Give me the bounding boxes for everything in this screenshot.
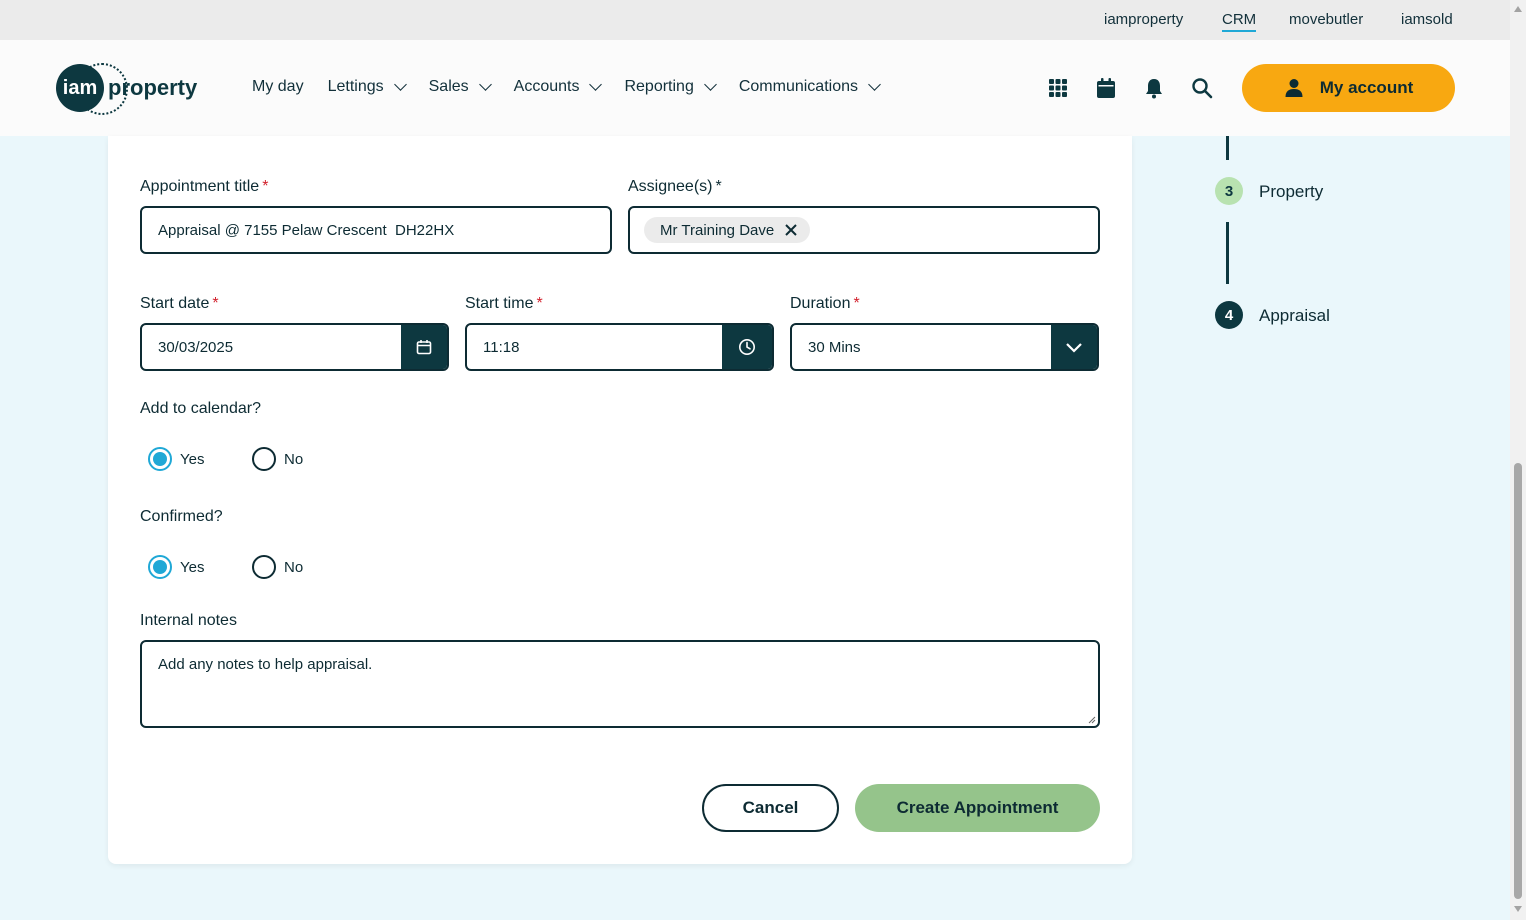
- chevron-down-icon: [589, 78, 603, 91]
- start-time-input[interactable]: 11:18: [465, 323, 774, 371]
- required-marker: *: [536, 295, 543, 312]
- confirmed-yes-radio[interactable]: [148, 555, 172, 579]
- main-header: iam property My day Lettings Sales Accou…: [0, 40, 1510, 136]
- apps-grid-icon[interactable]: [1047, 77, 1069, 99]
- start-time-value: 11:18: [483, 338, 520, 356]
- calendar-yes-radio[interactable]: [148, 447, 172, 471]
- required-marker: *: [715, 178, 722, 195]
- calendar-no-option[interactable]: No: [252, 447, 303, 471]
- time-picker-button[interactable]: [722, 325, 772, 369]
- internal-notes-placeholder: Add any notes to help appraisal.: [158, 656, 373, 673]
- create-appointment-button[interactable]: Create Appointment: [855, 784, 1100, 832]
- label-text: Appointment title: [140, 178, 260, 195]
- duration-select[interactable]: 30 Mins: [790, 323, 1099, 371]
- stepper-connector: [1226, 136, 1229, 160]
- topbar-link-iamsold[interactable]: iamsold: [1401, 11, 1453, 28]
- start-date-label: Start date *: [140, 295, 219, 313]
- nav-label: Communications: [738, 78, 858, 95]
- search-icon[interactable]: [1191, 77, 1213, 99]
- cancel-button[interactable]: Cancel: [702, 784, 839, 832]
- top-utility-bar: iamproperty CRM movebutler iamsold: [0, 0, 1510, 40]
- user-icon: [1285, 79, 1303, 97]
- iamproperty-logo[interactable]: iam property: [56, 63, 206, 115]
- required-marker: *: [212, 295, 219, 312]
- nav-label: Reporting: [624, 78, 694, 95]
- nav-label: Lettings: [327, 78, 384, 95]
- my-account-button[interactable]: My account: [1242, 64, 1455, 112]
- nav-label: Accounts: [513, 78, 580, 95]
- nav-label: Sales: [428, 78, 469, 95]
- remove-assignee-icon[interactable]: [784, 223, 798, 237]
- nav-communications[interactable]: Communications: [738, 78, 881, 96]
- step-4-label[interactable]: Appraisal: [1259, 306, 1330, 326]
- calendar-yes-option[interactable]: Yes: [148, 447, 204, 471]
- calendar-icon[interactable]: [1095, 77, 1117, 99]
- duration-value: 30 Mins: [808, 338, 861, 356]
- required-marker: *: [853, 295, 860, 312]
- chevron-down-icon: [868, 78, 881, 91]
- confirmed-no-label: No: [284, 558, 304, 576]
- duration-dropdown-button[interactable]: [1051, 325, 1097, 369]
- nav-reporting[interactable]: Reporting: [624, 78, 717, 96]
- add-to-calendar-label: Add to calendar?: [140, 400, 261, 417]
- chevron-down-icon: [478, 78, 492, 91]
- topbar-link-iamproperty[interactable]: iamproperty: [1104, 11, 1183, 28]
- internal-notes-textarea[interactable]: Add any notes to help appraisal.: [140, 640, 1100, 728]
- confirmed-no-option[interactable]: No: [252, 555, 303, 579]
- confirmed-yes-option[interactable]: Yes: [148, 555, 204, 579]
- date-picker-button[interactable]: [401, 325, 447, 369]
- appointment-title-value: Appraisal @ 7155 Pelaw Crescent DH22HX: [158, 221, 455, 239]
- label-text: Assignee(s): [628, 178, 713, 195]
- confirmed-no-radio[interactable]: [252, 555, 276, 579]
- label-text: Start time: [465, 295, 534, 312]
- label-text: Duration: [790, 295, 851, 312]
- calendar-no-label: No: [284, 450, 304, 468]
- step-4-badge: 4: [1215, 301, 1243, 329]
- scrollbar-thumb[interactable]: [1514, 463, 1522, 899]
- stepper-connector: [1226, 222, 1229, 284]
- topbar-link-crm[interactable]: CRM: [1222, 11, 1257, 32]
- calendar-no-radio[interactable]: [252, 447, 276, 471]
- start-time-label: Start time *: [465, 295, 543, 313]
- page-scrollbar[interactable]: [1510, 0, 1526, 920]
- start-date-input[interactable]: 30/03/2025: [140, 323, 449, 371]
- assignees-label: Assignee(s) *: [628, 178, 722, 196]
- step-3-label[interactable]: Property: [1259, 182, 1323, 202]
- internal-notes-label: Internal notes: [140, 612, 237, 629]
- scroll-up-arrow-icon[interactable]: [1514, 6, 1522, 12]
- clock-icon: [739, 339, 755, 355]
- confirmed-yes-label: Yes: [180, 558, 205, 576]
- assignee-chip: Mr Training Dave: [644, 217, 811, 243]
- nav-sales[interactable]: Sales: [428, 78, 492, 96]
- required-marker: *: [262, 178, 269, 195]
- my-account-label: My account: [1319, 78, 1414, 97]
- resize-handle-icon[interactable]: [1086, 714, 1096, 724]
- assignee-chip-label: Mr Training Dave: [660, 221, 775, 239]
- calendar-yes-label: Yes: [180, 450, 205, 468]
- start-date-value: 30/03/2025: [158, 338, 234, 356]
- main-nav: My day Lettings Sales Accounts Reporting…: [252, 78, 903, 96]
- appointment-title-input[interactable]: Appraisal @ 7155 Pelaw Crescent DH22HX: [140, 206, 612, 254]
- calendar-icon: [416, 340, 432, 355]
- logo-wordmark: property: [108, 75, 198, 100]
- step-3-badge: 3: [1215, 177, 1243, 205]
- logo-badge: iam: [56, 64, 104, 112]
- nav-accounts[interactable]: Accounts: [513, 78, 603, 96]
- confirmed-label: Confirmed?: [140, 508, 223, 525]
- bell-icon[interactable]: [1143, 77, 1165, 99]
- nav-my-day[interactable]: My day: [252, 78, 304, 96]
- nav-label: My day: [252, 78, 304, 95]
- duration-label: Duration *: [790, 295, 860, 313]
- label-text: Start date: [140, 295, 210, 312]
- assignees-input[interactable]: Mr Training Dave: [628, 206, 1100, 254]
- topbar-link-movebutler[interactable]: movebutler: [1289, 11, 1363, 28]
- appointment-title-label: Appointment title *: [140, 178, 268, 196]
- chevron-down-icon: [1066, 343, 1082, 353]
- chevron-down-icon: [703, 78, 717, 91]
- nav-lettings[interactable]: Lettings: [327, 78, 407, 96]
- scroll-down-arrow-icon[interactable]: [1514, 906, 1522, 912]
- chevron-down-icon: [393, 78, 407, 91]
